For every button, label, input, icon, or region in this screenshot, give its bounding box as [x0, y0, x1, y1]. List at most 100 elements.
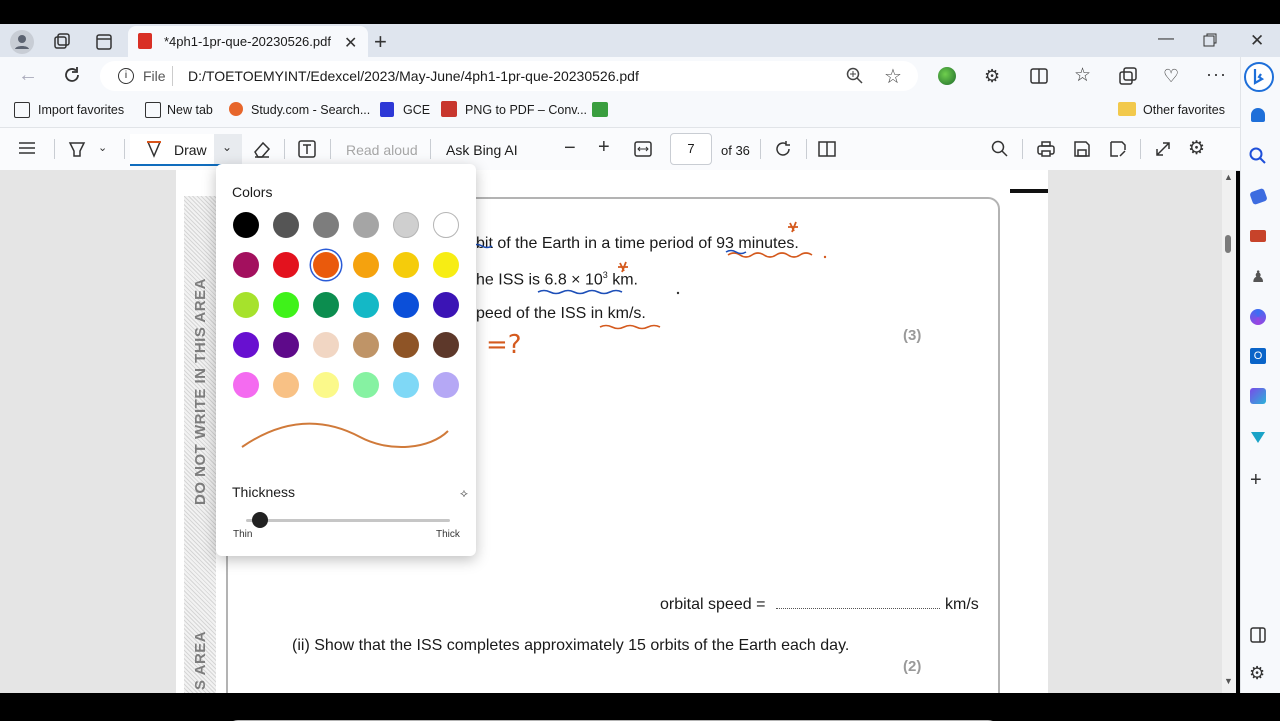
contents-icon[interactable]: [18, 139, 36, 157]
address-prefix: File: [143, 68, 166, 84]
close-tab-icon[interactable]: ✕: [344, 33, 357, 53]
ask-bing-button[interactable]: Ask Bing AI: [446, 142, 518, 158]
print-icon[interactable]: [1037, 140, 1055, 158]
color-swatch[interactable]: [233, 212, 259, 238]
color-swatch[interactable]: [273, 212, 299, 238]
flag-icon[interactable]: [592, 102, 608, 117]
color-swatch[interactable]: [273, 332, 299, 358]
favorite-star-icon[interactable]: ☆: [884, 64, 902, 89]
back-icon[interactable]: ←: [18, 64, 38, 87]
color-swatch[interactable]: [353, 332, 379, 358]
fullscreen-icon[interactable]: [1154, 140, 1172, 158]
color-swatch[interactable]: [353, 292, 379, 318]
notifications-icon[interactable]: [1251, 108, 1265, 122]
tab-actions-icon[interactable]: [94, 32, 114, 52]
color-swatch[interactable]: [313, 212, 339, 238]
fav-study-com[interactable]: Study.com - Search...: [251, 103, 370, 117]
fav-import[interactable]: Import favorites: [38, 103, 124, 117]
color-swatch[interactable]: [313, 332, 339, 358]
extension-globe-icon[interactable]: [938, 67, 956, 85]
scroll-down-icon[interactable]: ▼: [1224, 676, 1233, 686]
designer-icon[interactable]: [1250, 388, 1266, 404]
pdf-settings-icon[interactable]: ⚙: [1188, 137, 1205, 160]
toolbar-divider: [760, 139, 761, 159]
answer-line[interactable]: [776, 608, 940, 609]
color-swatch[interactable]: [393, 292, 419, 318]
new-tab-icon[interactable]: +: [374, 29, 387, 55]
thickness-slider-thumb[interactable]: [252, 512, 269, 528]
fav-other[interactable]: Other favorites: [1143, 103, 1225, 117]
color-swatch[interactable]: [233, 372, 259, 398]
save-icon[interactable]: [1073, 140, 1091, 158]
page-number-input[interactable]: 7: [670, 133, 712, 165]
outlook-icon[interactable]: O: [1250, 348, 1266, 364]
color-swatch[interactable]: [433, 212, 459, 238]
scroll-up-icon[interactable]: ▲: [1224, 172, 1233, 182]
add-sidebar-icon[interactable]: +: [1250, 469, 1262, 492]
drop-icon[interactable]: [1250, 430, 1266, 444]
color-swatch[interactable]: [313, 372, 339, 398]
color-swatch[interactable]: [273, 292, 299, 318]
color-swatch[interactable]: [393, 252, 419, 278]
color-swatch[interactable]: [433, 292, 459, 318]
color-swatch[interactable]: [313, 252, 339, 278]
sidebar-search-icon[interactable]: [1249, 147, 1267, 165]
workspaces-icon[interactable]: [52, 32, 72, 52]
color-swatch[interactable]: [353, 212, 379, 238]
color-swatch[interactable]: [433, 372, 459, 398]
restore-icon[interactable]: [1203, 33, 1217, 47]
color-swatch[interactable]: [433, 252, 459, 278]
hide-sidebar-icon[interactable]: [1250, 627, 1266, 643]
more-menu-icon[interactable]: ···: [1206, 64, 1227, 85]
thickness-slider-track[interactable]: [246, 519, 450, 522]
color-swatch[interactable]: [273, 372, 299, 398]
extensions-icon[interactable]: ⚙: [984, 66, 1000, 87]
marks-2: (2): [903, 658, 922, 675]
color-swatch[interactable]: [313, 292, 339, 318]
performance-icon[interactable]: ♡: [1163, 66, 1179, 87]
zoom-icon[interactable]: [846, 67, 864, 85]
highlight-icon[interactable]: [68, 140, 86, 158]
refresh-icon[interactable]: [62, 65, 82, 85]
search-icon[interactable]: [991, 140, 1009, 158]
minimize-icon[interactable]: —: [1158, 30, 1174, 48]
zoom-out-icon[interactable]: −: [564, 137, 576, 160]
sidebar-settings-icon[interactable]: ⚙: [1249, 663, 1265, 684]
copilot-icon[interactable]: [1250, 309, 1266, 325]
site-info-icon[interactable]: i: [118, 68, 134, 84]
scroll-thumb[interactable]: [1225, 235, 1231, 253]
fav-new-tab[interactable]: New tab: [167, 103, 213, 117]
new-tab-fav-icon: [145, 102, 161, 118]
color-swatch[interactable]: [273, 252, 299, 278]
eraser-icon[interactable]: [252, 139, 272, 159]
toolbar-divider: [806, 139, 807, 159]
pin-icon[interactable]: ⟡: [460, 486, 468, 501]
save-as-icon[interactable]: [1109, 140, 1127, 158]
color-swatch[interactable]: [353, 372, 379, 398]
fav-png-to-pdf[interactable]: PNG to PDF – Conv...: [465, 103, 587, 117]
profile-avatar[interactable]: [10, 30, 34, 54]
split-screen-icon[interactable]: [1030, 67, 1048, 85]
zoom-in-icon[interactable]: +: [598, 136, 610, 159]
color-swatch[interactable]: [233, 332, 259, 358]
page-view-icon[interactable]: [818, 140, 836, 158]
color-swatch[interactable]: [393, 332, 419, 358]
color-swatch[interactable]: [233, 252, 259, 278]
color-swatch[interactable]: [433, 332, 459, 358]
color-swatch[interactable]: [233, 292, 259, 318]
color-swatch[interactable]: [353, 252, 379, 278]
color-swatch[interactable]: [393, 372, 419, 398]
text-box-icon[interactable]: [298, 140, 316, 158]
rotate-icon[interactable]: [774, 140, 792, 158]
fav-gce[interactable]: GCE: [403, 103, 430, 117]
tools-icon[interactable]: [1250, 230, 1266, 242]
collections-icon[interactable]: [1119, 67, 1137, 85]
favorites-icon[interactable]: ☆: [1074, 64, 1091, 87]
color-swatch[interactable]: [393, 212, 419, 238]
read-aloud-button[interactable]: Read aloud: [346, 142, 418, 158]
close-window-icon[interactable]: ✕: [1250, 31, 1264, 51]
fit-page-icon[interactable]: [634, 141, 652, 157]
games-icon[interactable]: ♟: [1251, 267, 1265, 287]
highlight-chevron-icon[interactable]: ⌄: [98, 141, 107, 154]
bing-chat-icon[interactable]: [1244, 62, 1274, 92]
